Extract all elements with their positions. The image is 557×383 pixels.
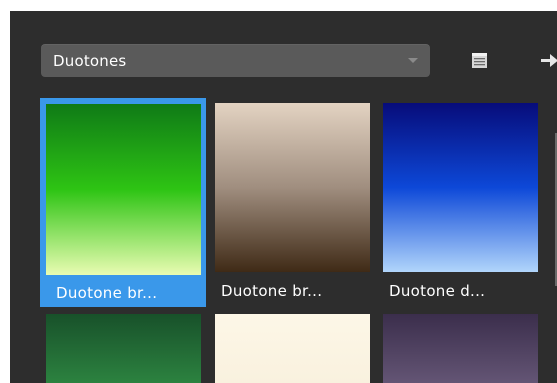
arrow-right-icon[interactable]	[541, 52, 557, 69]
category-dropdown[interactable]: Duotones	[41, 44, 430, 77]
preset-swatch	[46, 104, 201, 275]
preset-tile[interactable]	[40, 314, 206, 383]
preset-tile[interactable]: Duotone br...	[40, 98, 206, 307]
preset-swatch	[215, 314, 370, 383]
preset-swatch	[46, 314, 201, 383]
category-dropdown-value: Duotones	[53, 52, 127, 70]
preset-label: Duotone br...	[56, 284, 158, 302]
presets-panel: Duotones Duotone br... Duotone br... Duo…	[10, 11, 557, 383]
preset-tile[interactable]: Duotone br...	[209, 98, 375, 307]
preset-label: Duotone d...	[389, 282, 486, 300]
chevron-down-icon	[408, 58, 418, 63]
preset-swatch	[383, 103, 538, 272]
preset-swatch	[215, 103, 370, 272]
preset-grid: Duotone br... Duotone br... Duotone d...	[40, 98, 557, 383]
preset-tile[interactable]	[209, 314, 375, 383]
preset-tile[interactable]	[377, 314, 543, 383]
preset-swatch	[383, 314, 538, 383]
list-view-icon[interactable]	[472, 53, 487, 68]
preset-tile[interactable]: Duotone d...	[377, 98, 543, 307]
preset-label: Duotone br...	[221, 282, 323, 300]
